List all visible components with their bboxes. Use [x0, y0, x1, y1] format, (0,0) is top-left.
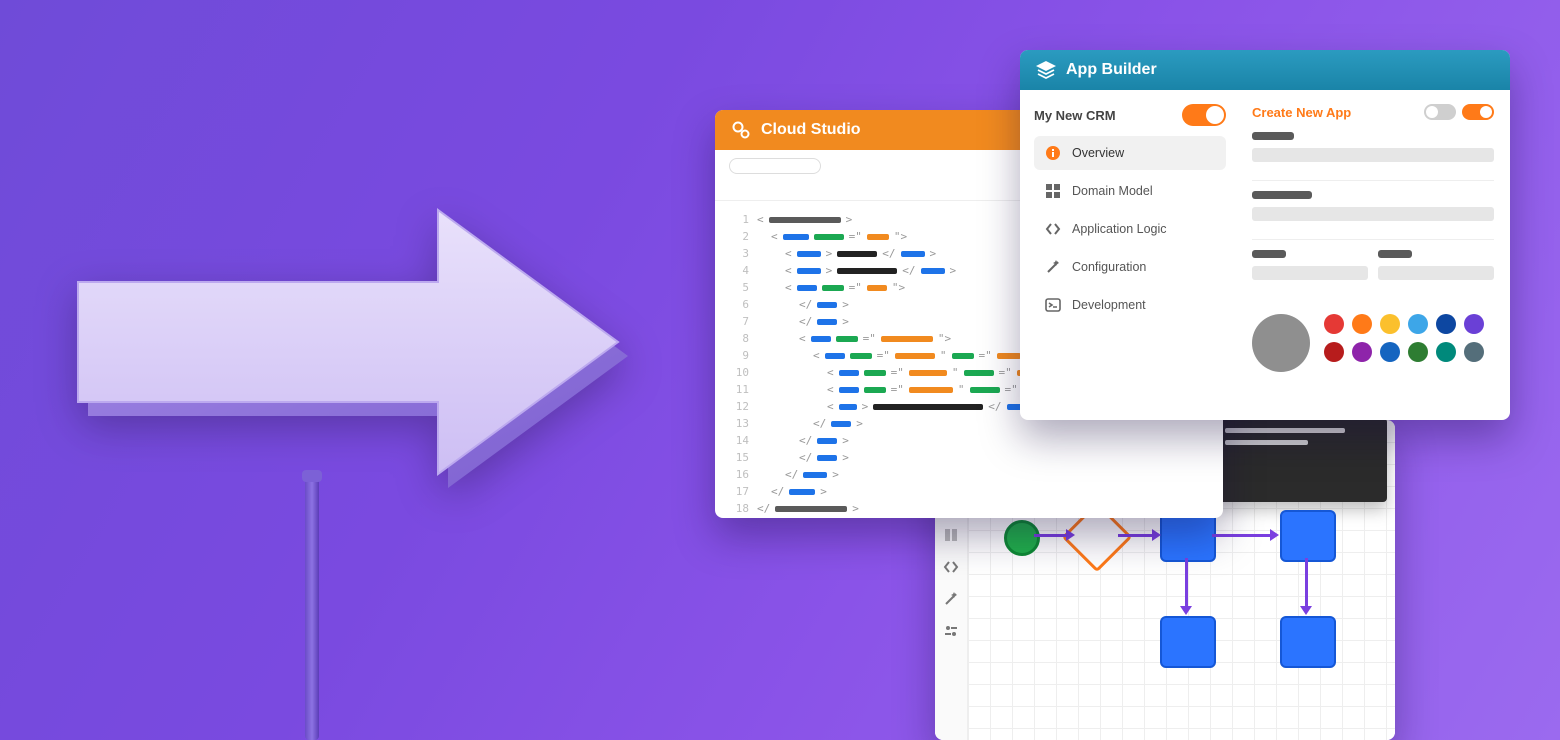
form-field-description[interactable]	[1252, 191, 1494, 240]
code-tool-icon[interactable]	[938, 554, 964, 580]
task-node-3[interactable]	[1160, 616, 1216, 668]
swimlane-tool-icon[interactable]	[938, 522, 964, 548]
edge-arrow	[1300, 606, 1312, 615]
selected-color-preview[interactable]	[1252, 314, 1310, 372]
edge	[1034, 534, 1068, 537]
edge-arrow	[1066, 529, 1075, 541]
task-node-2[interactable]	[1280, 510, 1336, 562]
app-builder-title: App Builder	[1066, 61, 1157, 79]
nav-development[interactable]: Development	[1034, 288, 1226, 322]
color-swatch[interactable]	[1380, 342, 1400, 362]
color-swatch[interactable]	[1324, 342, 1344, 362]
grid-icon	[1044, 182, 1062, 200]
nav-label: Configuration	[1072, 260, 1146, 274]
color-picker	[1252, 314, 1494, 372]
cloud-studio-title: Cloud Studio	[761, 121, 861, 139]
magic-tool-icon[interactable]	[938, 586, 964, 612]
color-swatch[interactable]	[1464, 342, 1484, 362]
form-field-left[interactable]	[1252, 250, 1368, 298]
nav-application-logic[interactable]: Application Logic	[1034, 212, 1226, 246]
nav-label: Development	[1072, 298, 1146, 312]
toolbar-dropdown[interactable]	[729, 158, 821, 174]
color-swatch[interactable]	[1408, 342, 1428, 362]
settings-tool-icon[interactable]	[938, 618, 964, 644]
form-field-name[interactable]	[1252, 132, 1494, 181]
color-swatch[interactable]	[1408, 314, 1428, 334]
gears-icon	[731, 120, 751, 140]
edge-arrow	[1270, 529, 1279, 541]
color-swatch[interactable]	[1352, 342, 1372, 362]
nav-overview[interactable]: Overview	[1034, 136, 1226, 170]
form-toggle-b[interactable]	[1462, 104, 1494, 120]
edge-arrow	[1180, 606, 1192, 615]
terminal-icon	[1044, 296, 1062, 314]
color-swatch[interactable]	[1436, 342, 1456, 362]
nav-domain-model[interactable]: Domain Model	[1034, 174, 1226, 208]
edge	[1212, 534, 1272, 537]
form-field-right[interactable]	[1378, 250, 1494, 298]
edge	[1118, 534, 1154, 537]
canvas-note[interactable]	[1213, 420, 1387, 502]
form-heading: Create New App	[1252, 105, 1351, 120]
info-icon	[1044, 144, 1062, 162]
nav-label: Domain Model	[1072, 184, 1153, 198]
promo-stage: Cloud Studio 123456789101112131415161718…	[0, 0, 1560, 740]
app-builder-form: Create New App	[1238, 90, 1510, 384]
app-builder-window: App Builder My New CRM Overview Domain M…	[1020, 50, 1510, 420]
edge-arrow	[1152, 529, 1161, 541]
layers-icon	[1036, 60, 1056, 80]
color-swatch[interactable]	[1352, 314, 1372, 334]
signpost-pole	[305, 470, 319, 740]
arrow-signpost-graphic	[70, 200, 630, 490]
nav-configuration[interactable]: Configuration	[1034, 250, 1226, 284]
code-icon	[1044, 220, 1062, 238]
nav-label: Overview	[1072, 146, 1124, 160]
nav-label: Application Logic	[1072, 222, 1167, 236]
start-event-node[interactable]	[1004, 520, 1040, 556]
color-swatch[interactable]	[1464, 314, 1484, 334]
task-node-4[interactable]	[1280, 616, 1336, 668]
app-builder-header: App Builder	[1020, 50, 1510, 90]
edge	[1305, 558, 1308, 608]
app-builder-sidebar: My New CRM Overview Domain Model Applica…	[1020, 90, 1238, 384]
color-swatch[interactable]	[1436, 314, 1456, 334]
project-active-toggle[interactable]	[1182, 104, 1226, 126]
project-name: My New CRM	[1034, 108, 1116, 123]
form-toggle-a[interactable]	[1424, 104, 1456, 120]
edge	[1185, 558, 1188, 608]
color-swatch[interactable]	[1380, 314, 1400, 334]
color-swatch[interactable]	[1324, 314, 1344, 334]
line-number-gutter: 12345678910111213141516171819	[715, 209, 757, 518]
wand-icon	[1044, 258, 1062, 276]
